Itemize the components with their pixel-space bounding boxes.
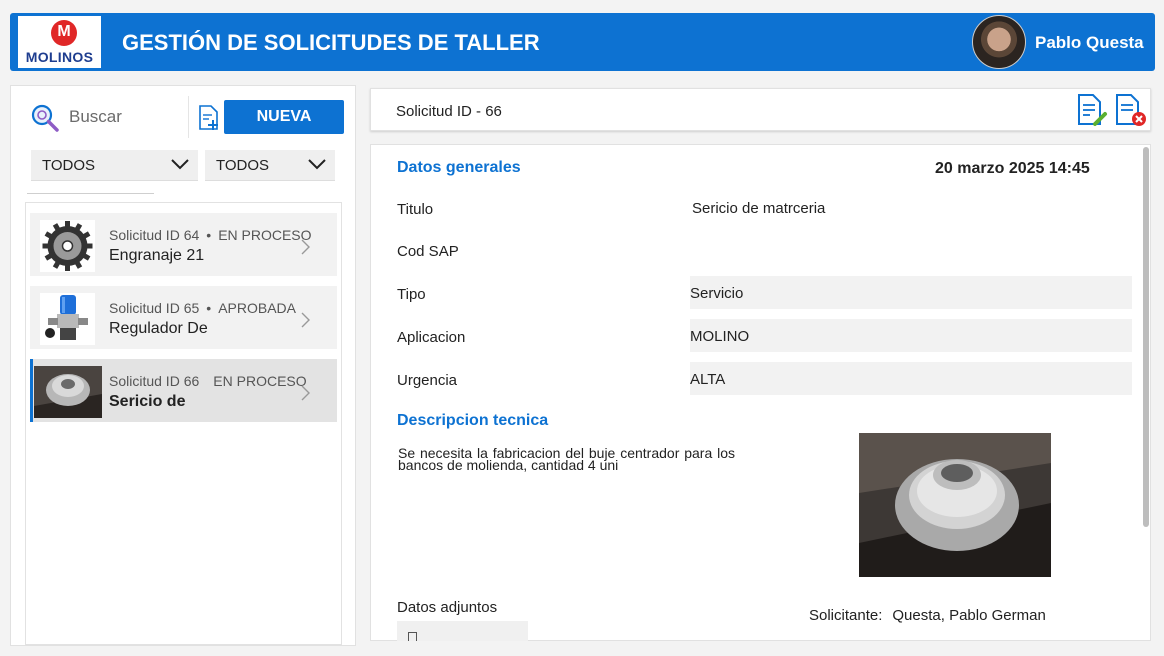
request-list: Solicitud ID 64 • EN PROCESO Engranaje 21 … xyxy=(25,202,342,645)
search-input[interactable] xyxy=(69,100,185,134)
requester-value: Questa, Pablo German xyxy=(892,607,1046,624)
cancel-document-icon[interactable] xyxy=(1114,93,1148,127)
new-request-button[interactable]: NUEVA xyxy=(224,100,344,134)
item-name: Engranaje 21 xyxy=(109,247,205,264)
item-meta: Solicitud ID 64 • EN PROCESO xyxy=(109,227,312,243)
urgencia-value: ALTA xyxy=(690,371,726,388)
list-item[interactable]: Solicitud ID 65 • APROBADA Regulador De xyxy=(30,286,337,349)
request-list-panel: NUEVA TODOS TODOS xyxy=(10,85,356,646)
titulo-label: Titulo xyxy=(397,201,434,218)
file-icon xyxy=(408,632,417,641)
urgencia-label: Urgencia xyxy=(397,372,458,389)
chevron-right-icon xyxy=(301,385,310,401)
aplicacion-field: MOLINO xyxy=(690,319,1132,352)
item-status: APROBADA xyxy=(218,300,296,316)
item-meta: Solicitud ID 65 • APROBADA xyxy=(109,300,296,316)
codsap-label: Cod SAP xyxy=(397,243,459,260)
chevron-right-icon xyxy=(301,239,310,255)
requester: Solicitante: Questa, Pablo German xyxy=(809,607,1046,624)
item-status: EN PROCESO xyxy=(213,373,307,389)
attachments-label: Datos adjuntos xyxy=(397,599,498,616)
item-id: Solicitud ID 65 xyxy=(109,300,200,316)
general-section-title: Datos generales xyxy=(397,159,521,176)
new-document-icon[interactable] xyxy=(198,105,220,131)
request-detail-panel: Datos generales 20 marzo 2025 14:45 Titu… xyxy=(370,144,1151,641)
detail-scrollbar[interactable] xyxy=(1143,147,1149,527)
attachments-field[interactable] xyxy=(397,621,528,641)
list-item-selected[interactable]: Solicitud ID 66 EN PROCESO Sericio de xyxy=(30,359,337,422)
logo-mark: M xyxy=(57,23,71,40)
user-avatar[interactable] xyxy=(972,15,1026,69)
request-title: Solicitud ID - 66 xyxy=(396,103,502,120)
logo-text: MOLINOS xyxy=(25,49,94,65)
item-name: Sericio de xyxy=(109,393,186,410)
filter-underline xyxy=(27,193,154,194)
part-photo[interactable] xyxy=(859,433,1051,577)
bushing-image xyxy=(34,366,102,418)
selection-indicator xyxy=(30,359,33,422)
description-section-title: Descripcion tecnica xyxy=(397,412,549,429)
item-id: Solicitud ID 64 xyxy=(109,227,200,243)
filter-dropdown-2[interactable]: TODOS xyxy=(205,150,335,181)
filter-dropdown-1[interactable]: TODOS xyxy=(31,150,198,181)
filter-1-value: TODOS xyxy=(42,157,96,174)
chevron-down-icon xyxy=(308,159,326,170)
item-id: Solicitud ID 66 xyxy=(109,373,200,389)
request-header-bar: Solicitud ID - 66 xyxy=(370,88,1151,131)
search-icon[interactable] xyxy=(30,103,60,133)
tipo-value: Servicio xyxy=(690,285,744,302)
molinos-logo: M MOLINOS xyxy=(18,16,101,68)
titulo-value: Sericio de matrceria xyxy=(692,200,826,217)
item-separator: • xyxy=(206,300,212,316)
user-name: Pablo Questa xyxy=(1035,33,1144,52)
item-separator: • xyxy=(206,227,212,243)
regulator-image xyxy=(40,293,95,345)
request-date: 20 marzo 2025 14:45 xyxy=(935,160,1090,177)
item-meta: Solicitud ID 66 EN PROCESO xyxy=(109,373,307,389)
item-status: EN PROCESO xyxy=(218,227,312,243)
aplicacion-value: MOLINO xyxy=(690,328,750,345)
app-title: GESTIÓN DE SOLICITUDES DE TALLER xyxy=(122,30,540,55)
filter-2-value: TODOS xyxy=(216,157,270,174)
requester-label: Solicitante: xyxy=(809,607,883,624)
logo-badge: M xyxy=(51,20,77,46)
aplicacion-label: Aplicacion xyxy=(397,329,466,346)
urgencia-field: ALTA xyxy=(690,362,1132,395)
list-item[interactable]: Solicitud ID 64 • EN PROCESO Engranaje 21 xyxy=(30,213,337,276)
chevron-right-icon xyxy=(301,312,310,328)
description-text: Se necesita la fabricacion del buje cent… xyxy=(398,445,735,473)
app-header: M MOLINOS GESTIÓN DE SOLICITUDES DE TALL… xyxy=(10,13,1155,71)
tipo-field: Servicio xyxy=(690,276,1132,309)
gear-image xyxy=(40,220,95,272)
chevron-down-icon xyxy=(171,159,189,170)
toolbar-divider xyxy=(188,96,189,138)
edit-document-icon[interactable] xyxy=(1076,93,1108,127)
item-name: Regulador De xyxy=(109,320,208,337)
tipo-label: Tipo xyxy=(397,286,426,303)
